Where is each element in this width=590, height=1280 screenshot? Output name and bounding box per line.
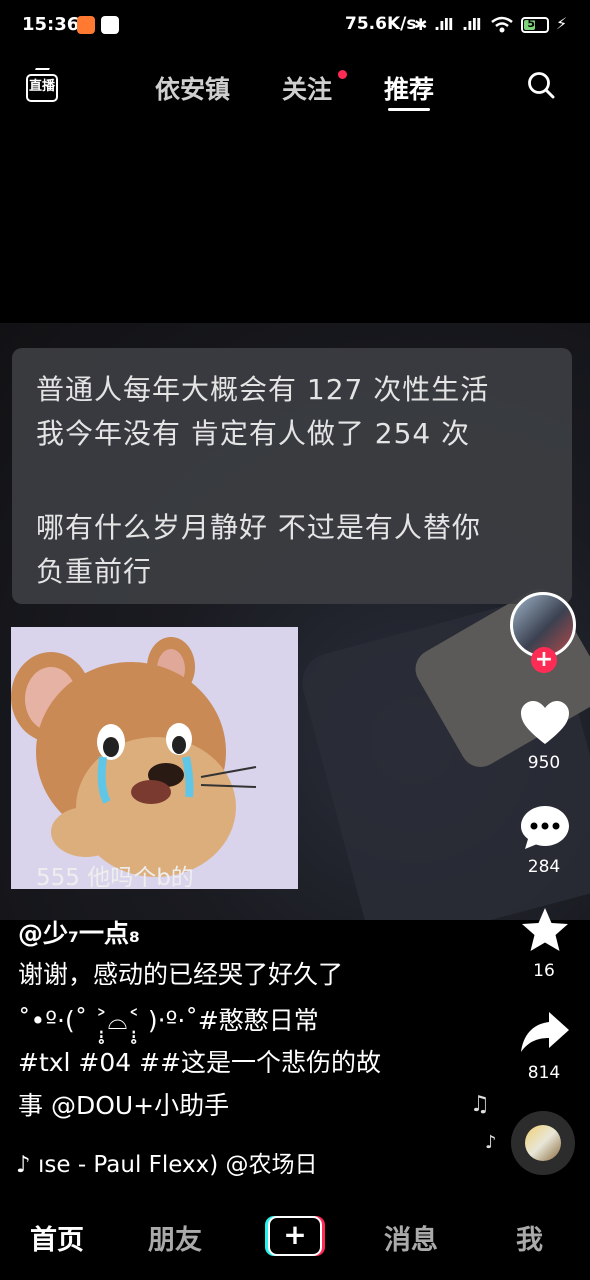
- live-tv-icon[interactable]: 直播: [24, 68, 62, 104]
- share-icon[interactable]: [519, 1010, 571, 1056]
- status-bar: 15:36 75.6K/s ✱ .ıll .ıll 52 ⚡: [0, 0, 590, 52]
- description-line-3[interactable]: #txl #04 ##这是一个悲伤的故: [18, 1043, 381, 1079]
- search-icon[interactable]: [527, 71, 555, 99]
- qq-notification-icon: [101, 16, 119, 34]
- jerry-illustration: [11, 637, 257, 877]
- create-button[interactable]: +: [265, 1216, 325, 1256]
- favorite-count: 16: [533, 961, 555, 981]
- star-icon[interactable]: [519, 907, 571, 953]
- nav-home[interactable]: 首页: [30, 1218, 84, 1257]
- author-name[interactable]: @少₇一点₈: [18, 914, 140, 950]
- crying-jerry-meme-image: [11, 627, 298, 889]
- description-line-2[interactable]: ˚•º·(˚ ˃̣̣̥⌓˂̣̣̥ )‧º·˚#憨憨日常: [18, 1001, 319, 1037]
- caption-line-2: 我今年没有 肯定有人做了 254 次: [36, 417, 471, 450]
- charging-icon: ⚡: [556, 14, 568, 33]
- live-label: 直播: [26, 74, 58, 102]
- description-line-1: 谢谢，感动的已经哭了好久了: [18, 960, 344, 989]
- signal-icon: .ıll: [434, 15, 454, 34]
- nav-me[interactable]: 我: [516, 1218, 543, 1257]
- nav-messages[interactable]: 消息: [384, 1218, 438, 1257]
- meme-caption: 555 他吗个b的: [36, 865, 194, 891]
- caption-line-3: 哪有什么岁月静好 不过是有人替你: [36, 511, 481, 544]
- active-tab-indicator: [388, 108, 430, 111]
- tab-local[interactable]: 依安镇: [155, 70, 230, 106]
- battery-icon: 52: [521, 17, 549, 33]
- music-title[interactable]: ♪ ıse - Paul Flexx) @农场日: [16, 1145, 318, 1179]
- status-time: 15:36: [22, 14, 80, 35]
- music-note-icon: ♪: [485, 1132, 497, 1153]
- share-count: 814: [527, 1063, 561, 1083]
- app-notification-icon: [77, 16, 95, 34]
- network-rate: 75.6K/s: [345, 14, 417, 34]
- tab-recommend[interactable]: 推荐: [384, 70, 434, 106]
- like-count: 950: [527, 753, 561, 773]
- music-disc[interactable]: [511, 1111, 575, 1175]
- heart-icon[interactable]: [519, 700, 571, 746]
- battery-level: 52: [527, 17, 543, 30]
- wifi-icon: [491, 16, 513, 33]
- music-note-icon: ♫: [470, 1092, 490, 1117]
- caption-line-1: 普通人每年大概会有 127 次性生活: [36, 373, 490, 406]
- comment-count: 284: [527, 857, 561, 877]
- comment-icon[interactable]: [519, 804, 571, 850]
- signal-icon-2: .ıll: [462, 15, 482, 34]
- follow-button[interactable]: +: [531, 647, 557, 673]
- nav-friends[interactable]: 朋友: [148, 1218, 202, 1257]
- tab-following[interactable]: 关注: [282, 70, 332, 106]
- bluetooth-icon: ✱: [414, 15, 427, 34]
- notification-dot: [338, 70, 347, 79]
- plus-icon: +: [268, 1216, 322, 1256]
- description-line-4[interactable]: 事 @DOU+小助手: [18, 1086, 229, 1122]
- music-cover-icon: [525, 1125, 561, 1161]
- caption-line-4: 负重前行: [36, 555, 153, 588]
